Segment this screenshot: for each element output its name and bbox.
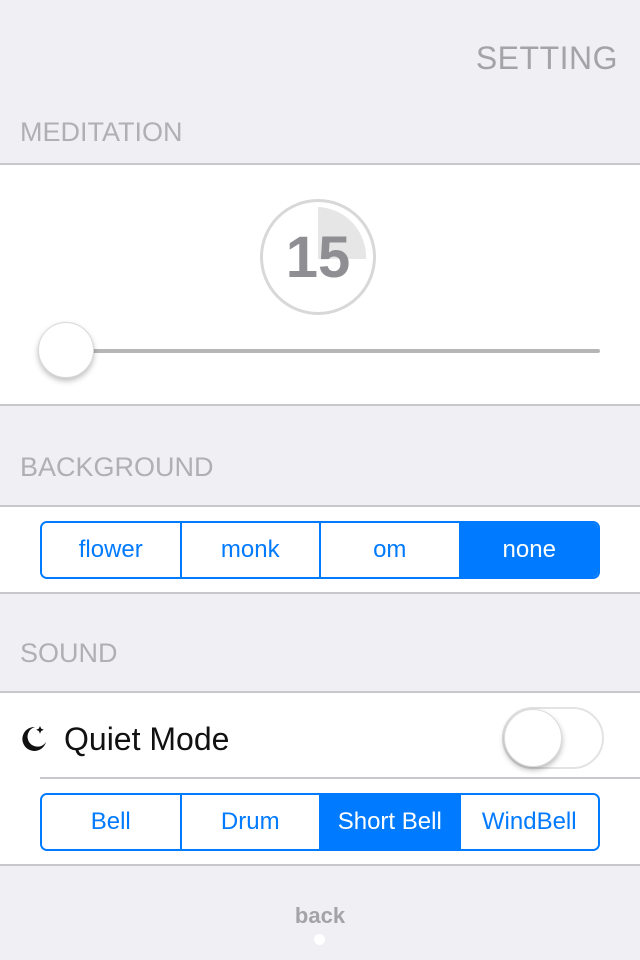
quiet-mode-toggle[interactable] (502, 707, 604, 769)
segment-drum[interactable]: Drum (181, 795, 321, 849)
segment-bell[interactable]: Bell (42, 795, 182, 849)
page-title: SETTING (475, 40, 618, 76)
sound-section-label: SOUND (20, 638, 118, 668)
slider-track[interactable] (66, 349, 600, 353)
page-indicator-dot (314, 934, 325, 945)
segment-om[interactable]: om (321, 523, 461, 577)
background-segmented-control: flower monk om none (40, 521, 600, 579)
slider-thumb[interactable] (38, 322, 94, 378)
quiet-mode-label: Quiet Mode (64, 721, 230, 757)
meditation-group: 15 (0, 163, 640, 406)
timer-value: 15 (285, 224, 351, 290)
sound-segmented-control: Bell Drum Short Bell WindBell (40, 793, 600, 851)
segment-short-bell[interactable]: Short Bell (321, 795, 461, 849)
moon-icon (22, 726, 46, 751)
toggle-knob (504, 709, 562, 767)
row-divider (40, 777, 640, 779)
meditation-section-label: MEDITATION (20, 117, 183, 147)
segment-monk[interactable]: monk (181, 523, 321, 577)
background-section-label: BACKGROUND (20, 452, 214, 482)
background-group: flower monk om none (0, 505, 640, 594)
segment-none[interactable]: none (460, 523, 598, 577)
sound-group: Quiet Mode Bell Drum Short Bell WindBell (0, 691, 640, 866)
segment-windbell[interactable]: WindBell (460, 795, 598, 849)
segment-flower[interactable]: flower (42, 523, 182, 577)
back-button[interactable]: back (0, 903, 640, 929)
